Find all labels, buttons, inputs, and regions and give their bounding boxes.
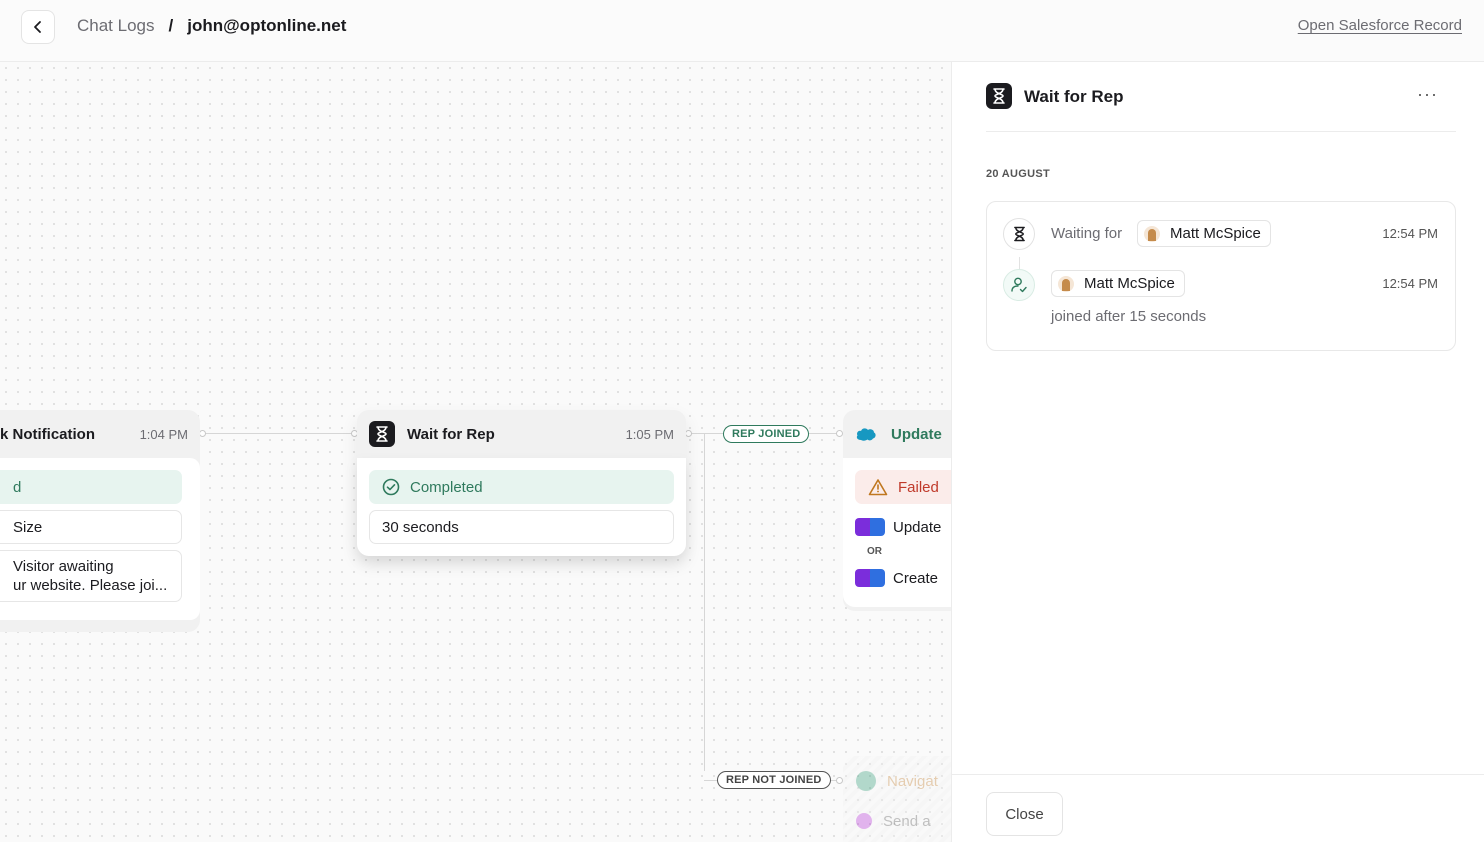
user-check-icon — [1003, 269, 1035, 301]
edge-handle[interactable] — [685, 430, 692, 437]
not-joined-node[interactable]: Navigat Send a — [843, 756, 951, 842]
notification-node[interactable]: k Notification 1:04 PM d Size Visitor aw… — [0, 410, 200, 632]
message-line-2: ur website. Please joi... — [13, 577, 168, 594]
status-text: d — [13, 478, 22, 496]
field-text: Size — [13, 518, 43, 536]
person-chip[interactable]: Matt McSpice — [1137, 220, 1271, 247]
node-header: Update — [843, 410, 951, 458]
node-body: Failed Update OR Create — [843, 458, 951, 607]
check-circle-icon — [382, 478, 400, 496]
node-header: k Notification 1:04 PM — [0, 410, 200, 458]
navigate-row: Navigat — [843, 764, 951, 798]
breadcrumb-current: john@optonline.net — [187, 16, 347, 35]
breadcrumb: Chat Logs / john@optonline.net — [77, 16, 346, 36]
rep-not-joined-pill: REP NOT JOINED — [717, 771, 831, 789]
chevron-left-icon — [34, 21, 41, 33]
node-title: Wait for Rep — [407, 425, 495, 443]
date-label: 20 AUGUST — [986, 168, 1051, 180]
duration-row: 30 seconds — [369, 510, 674, 544]
top-header: Chat Logs / john@optonline.net Open Sale… — [0, 0, 1484, 62]
edge-branch-vertical — [704, 433, 705, 771]
edge-handle[interactable] — [836, 430, 843, 437]
details-panel: Wait for Rep ··· 20 AUGUST Waiting for M… — [951, 62, 1484, 842]
duration-text: 30 seconds — [382, 518, 459, 536]
node-body: Completed 30 seconds — [357, 458, 686, 556]
flow-canvas[interactable]: REP JOINED REP NOT JOINED k Notification… — [0, 62, 951, 842]
back-button[interactable] — [21, 10, 55, 44]
node-title: k Notification — [0, 425, 96, 443]
person-name: Matt McSpice — [1084, 275, 1175, 292]
person-chip[interactable]: Matt McSpice — [1051, 270, 1185, 297]
edge-handle[interactable] — [836, 777, 843, 784]
panel-header: Wait for Rep ··· — [986, 82, 1456, 132]
panel-title: Wait for Rep — [1024, 87, 1124, 106]
app-badge-icon — [855, 518, 885, 536]
app-badge-icon — [855, 569, 885, 587]
person-name: Matt McSpice — [1170, 225, 1261, 242]
status-row: d — [0, 470, 182, 504]
event-text: Waiting for — [1051, 225, 1123, 242]
action-text: Update — [893, 518, 942, 536]
or-label: OR — [867, 546, 882, 557]
node-title: Update — [891, 425, 942, 443]
status-text: Completed — [410, 478, 483, 496]
close-button[interactable]: Close — [986, 792, 1063, 836]
event-timeline-card: Waiting for Matt McSpice 12:54 PM Matt M… — [986, 201, 1456, 351]
action-row: Update — [855, 510, 951, 544]
status-text: Failed — [898, 478, 939, 496]
avatar — [1058, 275, 1074, 292]
navigate-text: Navigat — [887, 772, 938, 790]
breadcrumb-separator: / — [168, 16, 174, 35]
node-body: d Size Visitor awaiting ur website. Plea… — [0, 458, 200, 620]
message-row: Visitor awaiting ur website. Please joi.… — [0, 550, 182, 602]
update-node[interactable]: Update Failed Update OR Create — [843, 410, 951, 611]
action-row: Create — [855, 561, 951, 595]
panel-footer: Close — [952, 774, 1484, 842]
breadcrumb-chat-logs[interactable]: Chat Logs — [77, 16, 155, 36]
navigate-icon — [855, 770, 877, 792]
send-row: Send a — [843, 804, 951, 838]
send-icon — [855, 812, 873, 830]
hourglass-icon — [986, 83, 1012, 109]
node-time: 1:05 PM — [625, 426, 674, 442]
rep-joined-pill: REP JOINED — [723, 425, 810, 443]
wait-for-rep-node[interactable]: Wait for Rep 1:05 PM Completed 30 second… — [357, 410, 686, 556]
status-row: Failed — [855, 470, 951, 504]
hourglass-icon — [369, 421, 395, 447]
edge-handle[interactable] — [199, 430, 206, 437]
status-row: Completed — [369, 470, 674, 504]
more-options-button[interactable]: ··· — [1417, 84, 1438, 105]
node-time: 1:04 PM — [139, 426, 188, 442]
edge-notification-to-wait — [203, 433, 355, 434]
open-salesforce-record-link[interactable]: Open Salesforce Record — [1298, 17, 1462, 34]
send-text: Send a — [883, 812, 931, 830]
event-time: 12:54 PM — [1382, 276, 1438, 291]
node-header: Wait for Rep 1:05 PM — [357, 410, 686, 458]
avatar — [1144, 225, 1160, 242]
event-text: joined after 15 seconds — [1051, 308, 1207, 325]
salesforce-icon — [855, 426, 877, 442]
event-time: 12:54 PM — [1382, 226, 1438, 241]
message-line-1: Visitor awaiting — [13, 558, 114, 575]
action-text: Create — [893, 569, 939, 587]
hourglass-icon — [1003, 218, 1035, 250]
field-row: Size — [0, 510, 182, 544]
warning-icon — [868, 478, 888, 496]
